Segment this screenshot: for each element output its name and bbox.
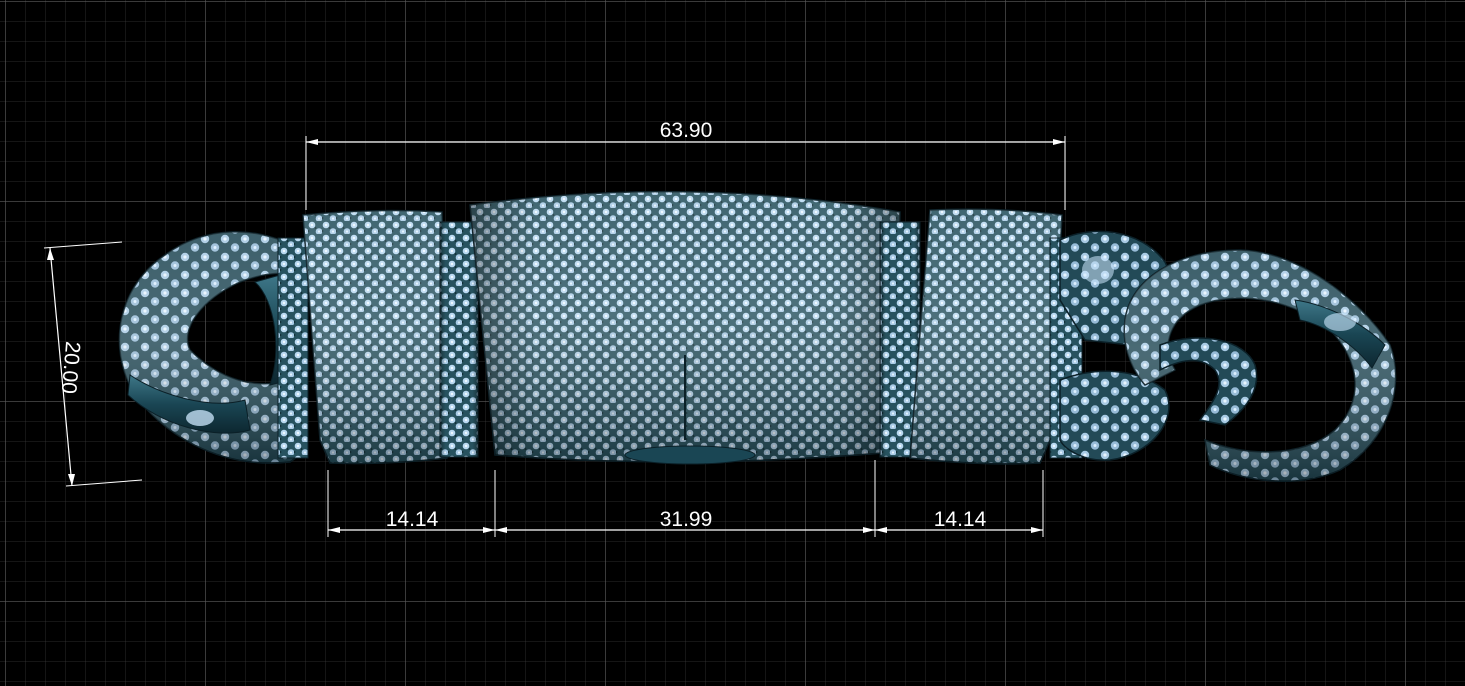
cad-viewport[interactable]: 63.90 20.00 14.14 31.99 14.14 xyxy=(0,0,1465,686)
dimension-label-height: 20.00 xyxy=(57,340,84,394)
dimension-label-right: 14.14 xyxy=(934,508,987,531)
dimension-label-left: 14.14 xyxy=(386,508,439,531)
model-canvas[interactable]: 63.90 20.00 14.14 31.99 14.14 xyxy=(0,0,1465,686)
left-cuban-link xyxy=(118,231,301,464)
dimension-right-segment[interactable]: 14.14 xyxy=(875,470,1044,537)
right-cuban-link xyxy=(1059,230,1397,482)
left-pave-block xyxy=(277,209,479,465)
center-pave-block xyxy=(469,190,901,465)
right-pave-block xyxy=(879,208,1083,465)
dimension-label-center: 31.99 xyxy=(660,508,713,531)
dimension-label-overall: 63.90 xyxy=(660,119,713,142)
dimension-left-segment[interactable]: 14.14 xyxy=(327,470,496,537)
dimension-center-segment[interactable]: 31.99 xyxy=(495,460,876,537)
